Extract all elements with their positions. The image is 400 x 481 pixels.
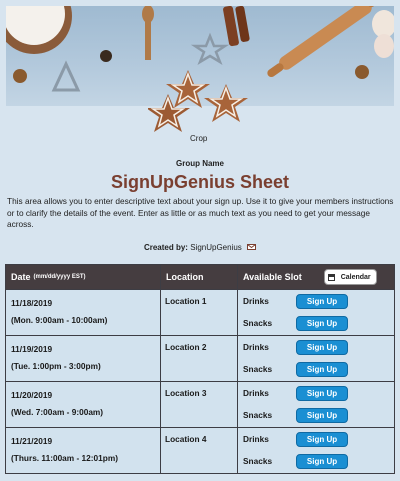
slot-name: Snacks — [243, 318, 273, 328]
header-date: Date (mm/dd/yyyy EST) — [6, 265, 161, 289]
row-location: Location 4 — [161, 428, 238, 473]
slot-name: Snacks — [243, 364, 273, 374]
slot-line: Snacks Sign Up — [238, 358, 394, 380]
row-time: (Tue. 1:00pm - 3:00pm) — [11, 361, 101, 371]
row-date-cell: 11/21/2019 (Thurs. 11:00am - 12:01pm) — [6, 428, 161, 473]
slot-name: Snacks — [243, 456, 273, 466]
sign-up-button[interactable]: Sign Up — [296, 407, 348, 423]
calendar-icon — [327, 273, 335, 281]
sign-up-button[interactable]: Sign Up — [296, 385, 348, 401]
sign-up-button[interactable]: Sign Up — [296, 315, 348, 331]
slot-name: Drinks — [243, 388, 269, 398]
slot-line: Snacks Sign Up — [238, 312, 394, 334]
table-row: 11/20/2019 (Wed. 7:00am - 9:00am) Locati… — [6, 381, 394, 427]
creator-name: SignUpGenius — [190, 243, 242, 252]
row-date: 11/18/2019 — [11, 298, 53, 308]
slot-line: Drinks Sign Up — [238, 428, 394, 450]
row-date: 11/20/2019 — [11, 390, 53, 400]
slot-line: Snacks Sign Up — [238, 404, 394, 426]
row-location: Location 3 — [161, 382, 238, 427]
table-row: 11/19/2019 (Tue. 1:00pm - 3:00pm) Locati… — [6, 335, 394, 381]
row-location: Location 2 — [161, 336, 238, 381]
slot-name: Snacks — [243, 410, 273, 420]
cookie-stars-image — [148, 70, 248, 132]
sign-up-button[interactable]: Sign Up — [296, 431, 348, 447]
description-text: This area allows you to enter descriptiv… — [7, 196, 394, 229]
header-date-label: Date — [11, 272, 31, 282]
row-time: (Thurs. 11:00am - 12:01pm) — [11, 453, 118, 463]
row-slots: Drinks Sign Up Snacks Sign Up — [238, 290, 394, 335]
sign-up-button[interactable]: Sign Up — [296, 339, 348, 355]
row-time: (Wed. 7:00am - 9:00am) — [11, 407, 104, 417]
header-slot: Available Slot Calendar — [238, 265, 394, 289]
slot-name: Drinks — [243, 296, 269, 306]
row-slots: Drinks Sign Up Snacks Sign Up — [238, 428, 394, 473]
slot-line: Snacks Sign Up — [238, 450, 394, 472]
table-row: 11/18/2019 (Mon. 9:00am - 10:00am) Locat… — [6, 289, 394, 335]
row-date: 11/19/2019 — [11, 344, 53, 354]
row-slots: Drinks Sign Up Snacks Sign Up — [238, 336, 394, 381]
sign-up-button[interactable]: Sign Up — [296, 293, 348, 309]
calendar-button[interactable]: Calendar — [323, 269, 377, 285]
created-by-label: Created by: — [143, 243, 188, 252]
header-date-format: (mm/dd/yyyy EST) — [33, 274, 86, 280]
page-title: SignUpGenius Sheet — [110, 172, 290, 192]
crop-label[interactable]: Crop — [190, 134, 207, 143]
row-date: 11/21/2019 — [11, 436, 53, 446]
row-time: (Mon. 9:00am - 10:00am) — [11, 315, 108, 325]
table-header: Date (mm/dd/yyyy EST) Location Available… — [6, 265, 394, 289]
row-date-cell: 11/19/2019 (Tue. 1:00pm - 3:00pm) — [6, 336, 161, 381]
slot-name: Drinks — [243, 434, 269, 444]
signup-slots-table: Date (mm/dd/yyyy EST) Location Available… — [5, 264, 395, 474]
row-date-cell: 11/18/2019 (Mon. 9:00am - 10:00am) — [6, 290, 161, 335]
slot-line: Drinks Sign Up — [238, 290, 394, 312]
calendar-button-label: Calendar — [340, 273, 371, 281]
slot-line: Drinks Sign Up — [238, 336, 394, 358]
header-location: Location — [161, 265, 238, 289]
table-row: 11/21/2019 (Thurs. 11:00am - 12:01pm) Lo… — [6, 427, 394, 473]
slot-line: Drinks Sign Up — [238, 382, 394, 404]
created-by: Created by: SignUpGenius — [0, 243, 400, 252]
row-slots: Drinks Sign Up Snacks Sign Up — [238, 382, 394, 427]
row-date-cell: 11/20/2019 (Wed. 7:00am - 9:00am) — [6, 382, 161, 427]
mail-icon[interactable] — [247, 244, 257, 250]
sign-up-button[interactable]: Sign Up — [296, 453, 348, 469]
slot-name: Drinks — [243, 342, 269, 352]
sign-up-button[interactable]: Sign Up — [296, 361, 348, 377]
group-name: Group Name — [175, 159, 224, 168]
row-location: Location 1 — [161, 290, 238, 335]
header-slot-label: Available Slot — [243, 272, 302, 282]
